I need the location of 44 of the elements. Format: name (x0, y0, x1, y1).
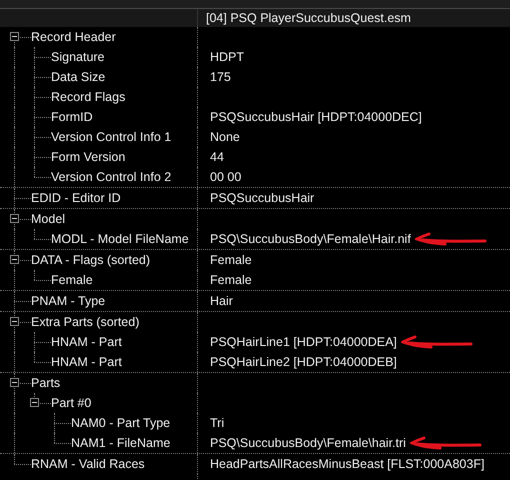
collapse-icon[interactable] (10, 214, 19, 223)
field-value: Tri (210, 416, 224, 430)
collapse-icon[interactable] (10, 255, 19, 264)
field-label[interactable]: RNAM - Valid Races (31, 454, 145, 474)
field-value: PSQ\SuccubusBody\Female\Hair.nif (210, 232, 411, 246)
field-label[interactable]: PNAM - Type (31, 291, 106, 311)
field-label[interactable]: Record Header (31, 27, 116, 47)
field-label[interactable]: Data Size (51, 67, 106, 87)
field-value: None (210, 130, 240, 144)
field-value: PSQ\SuccubusBody\Female\hair.tri (210, 436, 406, 450)
collapse-icon[interactable] (10, 32, 19, 41)
field-value: HeadPartsAllRacesMinusBeast [FLST:000A803F] (210, 457, 484, 471)
field-label[interactable]: NAM1 - FileName (71, 433, 170, 453)
field-label[interactable]: EDID - Editor ID (31, 188, 121, 208)
field-label[interactable]: Part #0 (51, 393, 92, 413)
collapse-icon[interactable] (10, 378, 19, 387)
field-value: HDPT (210, 50, 244, 64)
field-label[interactable]: Extra Parts (sorted) (31, 312, 140, 332)
field-label[interactable]: HNAM - Part (51, 352, 122, 372)
field-label[interactable]: Version Control Info 2 (51, 167, 172, 187)
field-label[interactable]: Signature (51, 47, 105, 67)
collapse-icon[interactable] (10, 317, 19, 326)
field-label[interactable]: Female (51, 270, 93, 290)
field-value: PSQHairLine2 [HDPT:04000DEB] (210, 355, 397, 369)
field-label[interactable]: Version Control Info 1 (51, 127, 172, 147)
field-value: PSQHairLine1 [HDPT:04000DEA] (210, 335, 397, 349)
field-value: Female (210, 253, 252, 267)
field-value: Female (210, 273, 252, 287)
field-label[interactable]: HNAM - Part (51, 332, 122, 352)
field-value: PSQSuccubusHair [HDPT:04000DEC] (210, 110, 422, 124)
collapse-icon[interactable] (30, 398, 39, 407)
field-label[interactable]: DATA - Flags (sorted) (31, 250, 150, 270)
field-value: 44 (210, 150, 224, 164)
field-label[interactable]: NAM0 - Part Type (71, 413, 170, 433)
field-label[interactable]: FormID (51, 107, 93, 127)
field-value: 175 (210, 70, 231, 84)
field-value: 00 00 (210, 170, 242, 184)
field-label[interactable]: Record Flags (51, 87, 126, 107)
field-label[interactable]: MODL - Model FileName (51, 229, 189, 249)
field-label[interactable]: Model (31, 209, 66, 229)
field-label[interactable]: Form Version (51, 147, 126, 167)
field-value: Hair (210, 294, 233, 308)
field-value: PSQSuccubusHair (210, 191, 314, 205)
field-label[interactable]: Parts (31, 373, 60, 393)
